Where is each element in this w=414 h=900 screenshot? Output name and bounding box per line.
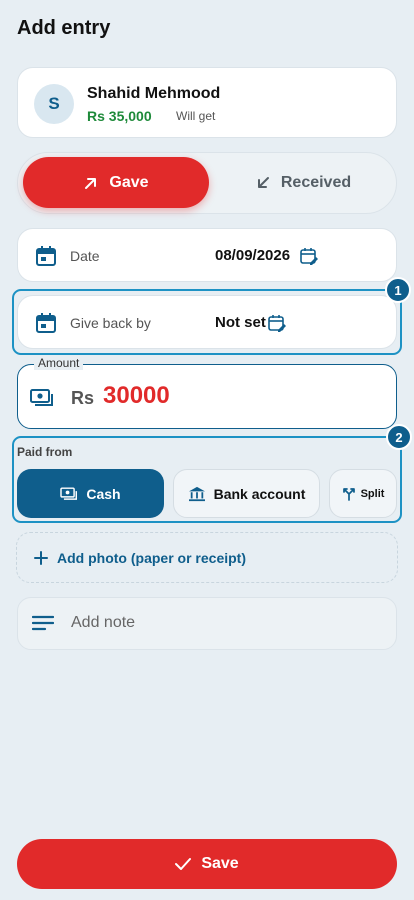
- arrow-up-right-icon: [85, 177, 97, 189]
- date-label: Date: [70, 248, 100, 264]
- cash-option-button[interactable]: Cash: [17, 469, 164, 518]
- page-title: Add entry: [17, 17, 111, 39]
- save-button[interactable]: Save: [17, 839, 397, 889]
- gave-button[interactable]: Gave: [23, 157, 209, 208]
- note-placeholder: Add note: [71, 614, 136, 631]
- give-back-value: Not set: [215, 314, 266, 331]
- step-badge-2: 2: [386, 424, 412, 450]
- amount-legend: Amount: [34, 356, 84, 370]
- avatar: S: [34, 84, 74, 124]
- direction-toggle: Gave Received: [17, 152, 397, 214]
- received-button[interactable]: Received: [214, 157, 392, 208]
- amount-field[interactable]: Amount Rs 30000: [17, 356, 397, 429]
- date-value: 08/09/2026: [215, 247, 291, 264]
- bank-icon: [188, 486, 205, 501]
- give-back-label: Give back by: [70, 315, 151, 331]
- cash-option-label: Cash: [86, 485, 121, 502]
- contact-balance: Rs 35,000: [87, 108, 152, 124]
- add-photo-label: Add photo (paper or receipt): [57, 549, 246, 566]
- amount-value[interactable]: 30000: [103, 382, 170, 410]
- split-icon: [342, 487, 355, 501]
- give-back-field[interactable]: Give back by Not set: [17, 295, 397, 349]
- bank-account-option-label: Bank account: [213, 485, 306, 502]
- calendar-edit-icon[interactable]: [267, 313, 287, 333]
- split-option-button[interactable]: Split: [329, 469, 397, 518]
- plus-icon: [34, 550, 48, 565]
- calendar-edit-icon[interactable]: [299, 246, 319, 266]
- split-option-label: Split: [360, 487, 385, 500]
- contact-card[interactable]: S Shahid Mehmood Rs 35,000 Will get: [17, 67, 397, 138]
- paid-from-label: Paid from: [17, 445, 73, 459]
- currency-label: Rs: [71, 388, 95, 408]
- contact-balance-status: Will get: [176, 109, 216, 123]
- calendar-icon: [36, 246, 56, 266]
- arrow-down-left-icon: [257, 176, 269, 188]
- received-label: Received: [280, 173, 352, 191]
- step-badge-1: 1: [385, 277, 411, 303]
- date-field[interactable]: Date 08/09/2026: [17, 228, 397, 282]
- calendar-icon: [36, 313, 56, 333]
- cash-icon: [30, 389, 53, 406]
- gave-label: Gave: [109, 173, 149, 191]
- check-icon: [175, 858, 192, 870]
- note-input[interactable]: Add note: [17, 597, 397, 650]
- bank-account-option-button[interactable]: Bank account: [173, 469, 320, 518]
- save-label: Save: [201, 855, 239, 872]
- contact-name: Shahid Mehmood: [87, 85, 221, 102]
- add-photo-button[interactable]: Add photo (paper or receipt): [16, 532, 398, 583]
- notes-lines-icon: [32, 615, 54, 631]
- cash-icon: [60, 486, 78, 500]
